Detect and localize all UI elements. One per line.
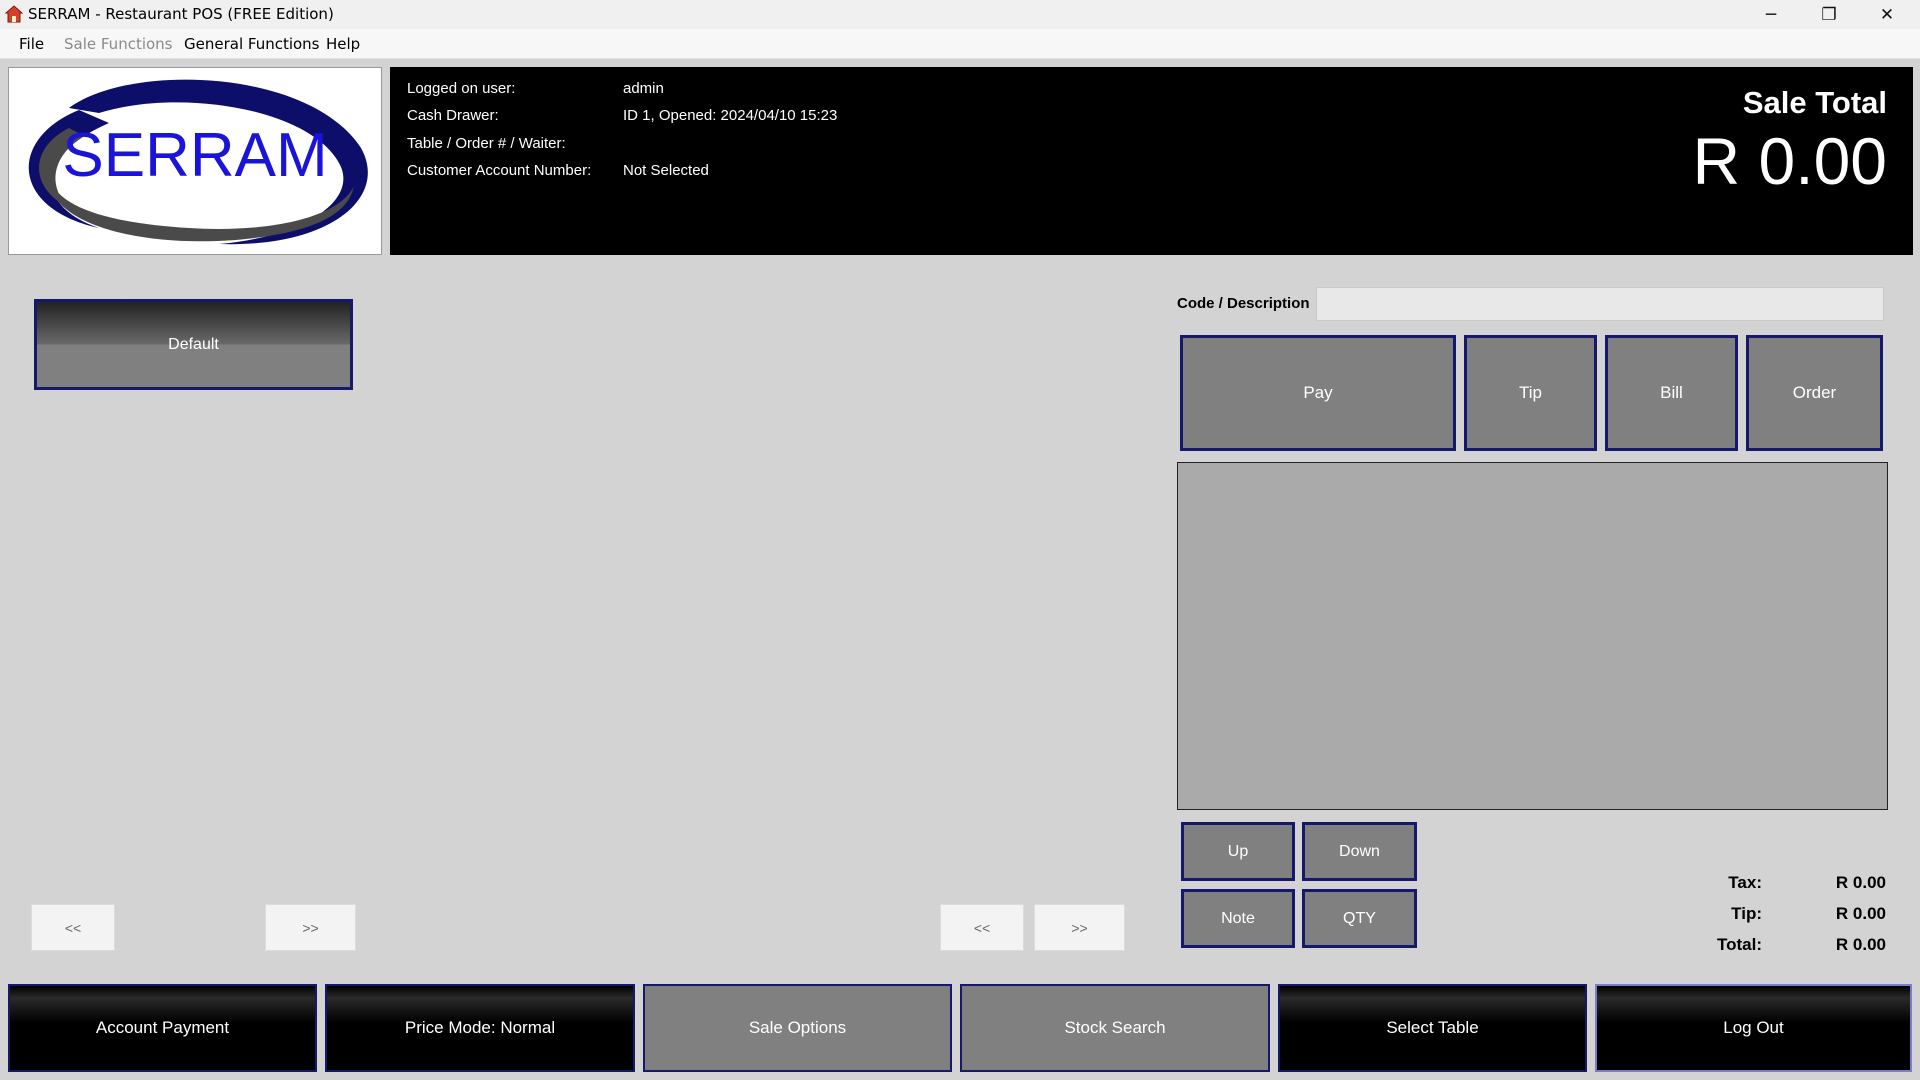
note-button[interactable]: Note: [1181, 889, 1295, 948]
down-button[interactable]: Down: [1302, 822, 1417, 881]
table-order-waiter-label: Table / Order # / Waiter:: [407, 135, 566, 152]
tip-value: R 0.00: [1835, 904, 1886, 923]
restore-button[interactable]: ❐: [1800, 0, 1858, 29]
up-button[interactable]: Up: [1181, 822, 1295, 881]
sale-total-title: Sale Total: [1742, 85, 1887, 120]
account-payment-button[interactable]: Account Payment: [8, 984, 317, 1072]
sale-options-button[interactable]: Sale Options: [643, 984, 952, 1072]
pay-button[interactable]: Pay: [1180, 335, 1456, 451]
category-prev-button[interactable]: <<: [31, 904, 115, 951]
menu-file[interactable]: File: [19, 35, 44, 53]
tax-value: R 0.00: [1835, 873, 1886, 892]
qty-button[interactable]: QTY: [1302, 889, 1417, 948]
cash-drawer-value: ID 1, Opened: 2024/04/10 15:23: [623, 107, 838, 124]
tax-label: Tax:: [1728, 873, 1762, 892]
sale-total-value: R 0.00: [1692, 124, 1887, 198]
logo-text: SERRAM: [62, 121, 327, 190]
log-out-button[interactable]: Log Out: [1595, 984, 1912, 1072]
price-mode-button[interactable]: Price Mode: Normal: [325, 984, 635, 1072]
tip-label: Tip:: [1731, 904, 1762, 923]
logged-on-user-label: Logged on user:: [407, 80, 516, 97]
bill-button[interactable]: Bill: [1605, 335, 1738, 451]
serram-logo: SERRAM: [28, 79, 368, 245]
menu-sale-functions[interactable]: Sale Functions: [64, 35, 173, 53]
sale-info-panel: Logged on user: admin Cash Drawer: ID 1,…: [390, 67, 1913, 255]
menu-general-functions[interactable]: General Functions: [184, 35, 320, 53]
app-home-icon: [4, 5, 24, 23]
select-table-button[interactable]: Select Table: [1278, 984, 1587, 1072]
product-prev-button[interactable]: <<: [940, 904, 1024, 951]
minimize-button[interactable]: ─: [1742, 0, 1800, 29]
customer-account-value: Not Selected: [623, 162, 709, 179]
total-value: R 0.00: [1835, 935, 1886, 954]
tip-button[interactable]: Tip: [1464, 335, 1597, 451]
menu-bar: File Sale Functions General Functions He…: [0, 29, 1920, 59]
category-next-button[interactable]: >>: [265, 904, 356, 951]
window-title: SERRAM - Restaurant POS (FREE Edition): [28, 5, 334, 23]
stock-search-button[interactable]: Stock Search: [960, 984, 1270, 1072]
product-next-button[interactable]: >>: [1034, 904, 1125, 951]
code-description-input[interactable]: [1316, 287, 1884, 321]
category-default-button[interactable]: Default: [34, 299, 353, 390]
code-description-label: Code / Description: [1177, 295, 1310, 312]
customer-account-label: Customer Account Number:: [407, 162, 592, 179]
menu-help[interactable]: Help: [326, 35, 360, 53]
cash-drawer-label: Cash Drawer:: [407, 107, 499, 124]
total-label: Total:: [1716, 935, 1762, 954]
window-title-bar[interactable]: SERRAM - Restaurant POS (FREE Edition) ─…: [0, 0, 1920, 29]
close-button[interactable]: ✕: [1858, 0, 1916, 29]
sale-items-list[interactable]: [1177, 462, 1888, 810]
logged-on-user-value: admin: [623, 80, 664, 97]
logo-panel: SERRAM: [8, 67, 382, 255]
order-button[interactable]: Order: [1746, 335, 1883, 451]
